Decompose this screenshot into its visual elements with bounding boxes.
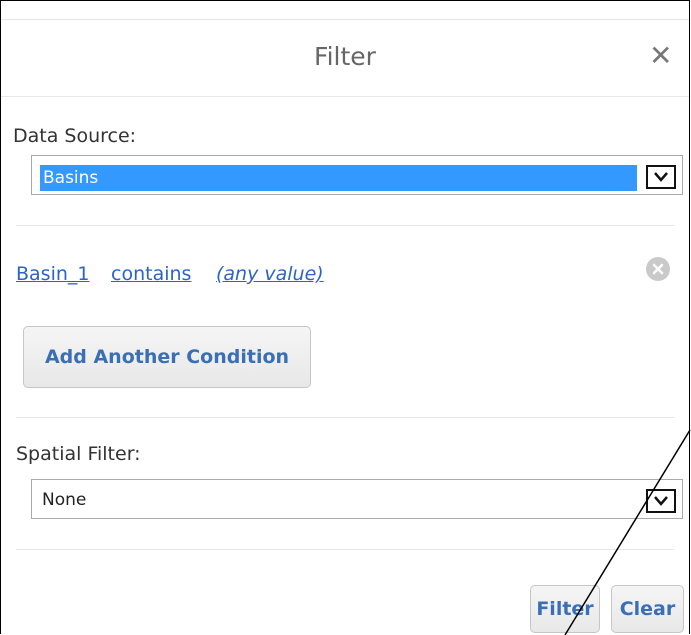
data-source-selected-value: Basins bbox=[40, 165, 637, 191]
divider bbox=[16, 417, 674, 418]
condition-field-link[interactable]: Basin_1 bbox=[16, 263, 90, 285]
condition-value-link[interactable]: (any value) bbox=[216, 263, 324, 285]
data-source-label: Data Source: bbox=[13, 125, 137, 147]
chevron-down-icon[interactable] bbox=[646, 489, 676, 513]
remove-condition-icon[interactable] bbox=[646, 257, 670, 281]
dialog-header: Filter ✕ bbox=[1, 19, 689, 97]
close-icon[interactable]: ✕ bbox=[649, 42, 672, 70]
data-source-select[interactable]: Basins bbox=[31, 155, 683, 195]
spatial-filter-selected-value: None bbox=[42, 490, 87, 510]
chevron-down-icon[interactable] bbox=[646, 165, 676, 189]
dialog-title: Filter bbox=[314, 42, 376, 71]
clear-button[interactable]: Clear bbox=[611, 585, 684, 633]
divider bbox=[16, 549, 674, 550]
spatial-filter-label: Spatial Filter: bbox=[16, 443, 141, 465]
add-condition-button[interactable]: Add Another Condition bbox=[23, 326, 311, 388]
filter-button[interactable]: Filter bbox=[530, 585, 600, 633]
divider bbox=[16, 225, 674, 226]
filter-dialog: Filter ✕ Data Source: Basins Basin_1 con… bbox=[0, 0, 690, 634]
condition-operator-link[interactable]: contains bbox=[111, 263, 191, 285]
spatial-filter-select[interactable]: None bbox=[31, 479, 683, 519]
